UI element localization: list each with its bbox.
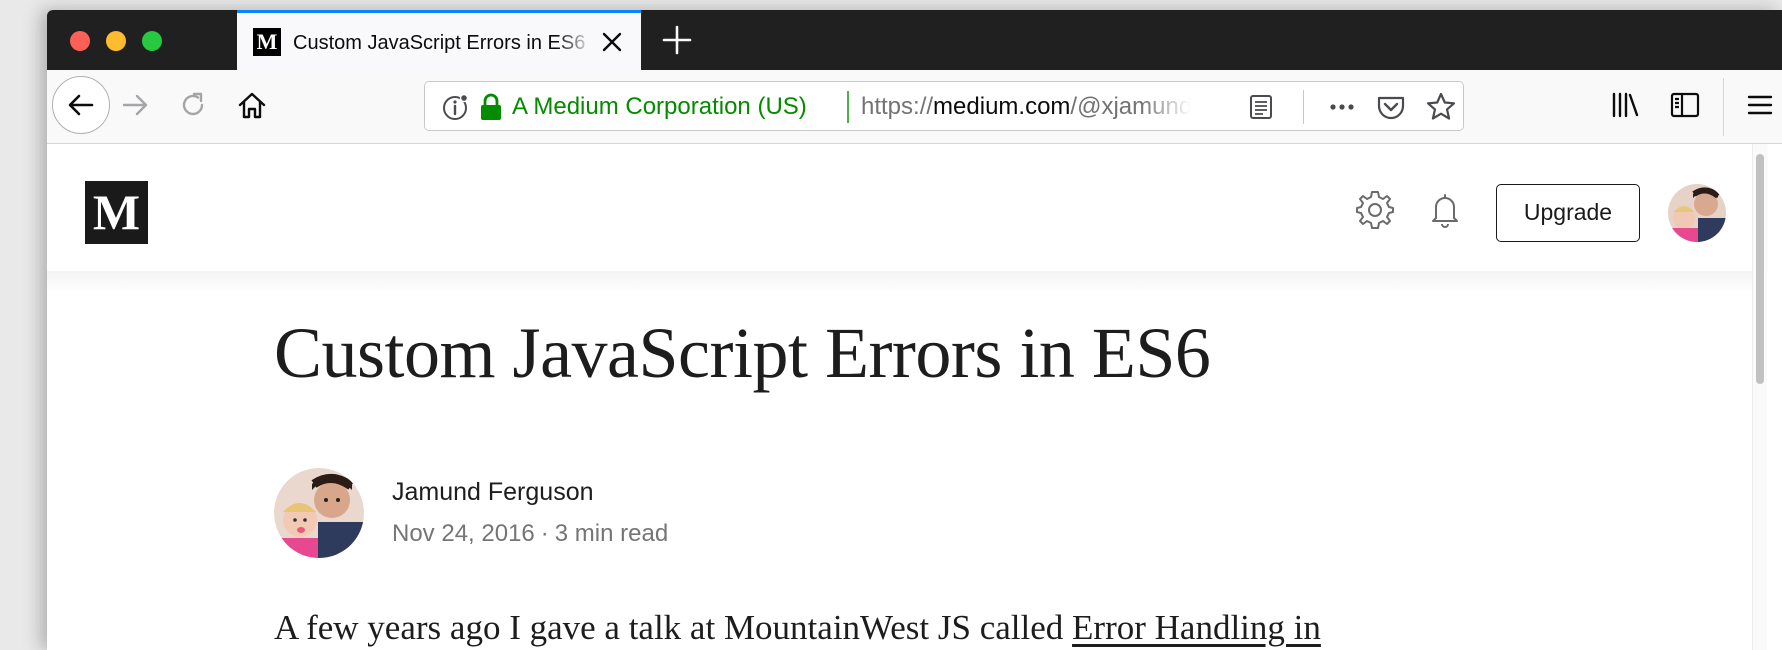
zoom-window-button[interactable] xyxy=(142,31,162,51)
medium-logo[interactable]: M xyxy=(85,181,148,244)
back-button[interactable] xyxy=(52,76,110,134)
url-path: /@xjamundx/custom-javascript-errors-in-e… xyxy=(1070,93,1191,120)
reload-icon xyxy=(182,92,204,116)
page-actions-separator xyxy=(1303,90,1304,124)
article-title: Custom JavaScript Errors in ES6 xyxy=(274,313,1211,393)
reader-view-icon[interactable] xyxy=(1247,93,1275,121)
article-paragraph: A few years ago I gave a talk at Mountai… xyxy=(274,606,1321,650)
info-icon[interactable] xyxy=(441,93,469,121)
menu-button[interactable] xyxy=(1742,87,1778,123)
url-host: medium.com xyxy=(933,93,1071,120)
site-header: M Upgrade xyxy=(47,144,1767,271)
bookmark-star-icon[interactable] xyxy=(1425,91,1457,123)
talk-link[interactable]: Error Handling in xyxy=(1072,608,1321,647)
lock-icon[interactable] xyxy=(479,93,503,121)
close-window-button[interactable] xyxy=(70,31,90,51)
author-name[interactable]: Jamund Ferguson xyxy=(392,476,594,508)
avatar[interactable] xyxy=(1668,184,1726,242)
identity-separator xyxy=(847,91,849,123)
browser-window: M Custom JavaScript Errors in ES6 A Medi… xyxy=(47,10,1782,650)
author-avatar[interactable] xyxy=(274,468,364,558)
tab-active[interactable]: M Custom JavaScript Errors in ES6 xyxy=(237,10,641,70)
medium-favicon-icon: M xyxy=(253,28,281,56)
toolbar-separator xyxy=(1723,78,1724,136)
forward-button[interactable] xyxy=(117,87,153,123)
home-button[interactable] xyxy=(232,85,272,125)
hamburger-menu-icon xyxy=(1747,95,1773,115)
navigation-toolbar: A Medium Corporation (US) https://medium… xyxy=(47,70,1782,144)
forward-arrow-icon xyxy=(122,94,148,116)
more-actions-icon[interactable] xyxy=(1325,92,1359,122)
sidebar-button[interactable] xyxy=(1667,87,1703,123)
header-divider xyxy=(47,271,1767,293)
library-icon xyxy=(1612,92,1639,118)
bell-icon[interactable] xyxy=(1427,190,1463,230)
post-meta: Nov 24, 2016 · 3 min read xyxy=(392,518,668,550)
library-button[interactable] xyxy=(1607,87,1643,123)
post-date: Nov 24, 2016 xyxy=(392,520,535,547)
url-text[interactable]: https://medium.com/@xjamundx/custom-java… xyxy=(861,92,1191,122)
minimize-window-button[interactable] xyxy=(106,31,126,51)
gear-icon[interactable] xyxy=(1354,189,1396,231)
url-bar[interactable]: A Medium Corporation (US) https://medium… xyxy=(424,81,1464,131)
meta-separator: · xyxy=(540,520,549,547)
reload-button[interactable] xyxy=(175,87,211,123)
url-scheme: https:// xyxy=(861,93,934,120)
tab-strip: M Custom JavaScript Errors in ES6 xyxy=(47,10,1782,70)
web-page: M Upgrade Custom JavaScript Errors in ES… xyxy=(47,144,1767,650)
paragraph-text: A few years ago I gave a talk at Mountai… xyxy=(274,608,1073,647)
site-identity-label[interactable]: A Medium Corporation (US) xyxy=(512,92,807,122)
home-icon xyxy=(238,92,266,119)
pocket-icon[interactable] xyxy=(1375,92,1407,122)
tab-title: Custom JavaScript Errors in ES6 xyxy=(293,32,586,54)
sidebar-icon xyxy=(1670,92,1700,118)
close-icon[interactable] xyxy=(599,29,625,55)
scrollbar-thumb[interactable] xyxy=(1756,154,1764,384)
upgrade-button[interactable]: Upgrade xyxy=(1496,184,1640,242)
new-tab-plus-icon[interactable] xyxy=(659,22,695,58)
read-time: 3 min read xyxy=(554,520,669,547)
page-scrollbar[interactable] xyxy=(1752,144,1767,650)
back-arrow-icon xyxy=(68,94,94,116)
